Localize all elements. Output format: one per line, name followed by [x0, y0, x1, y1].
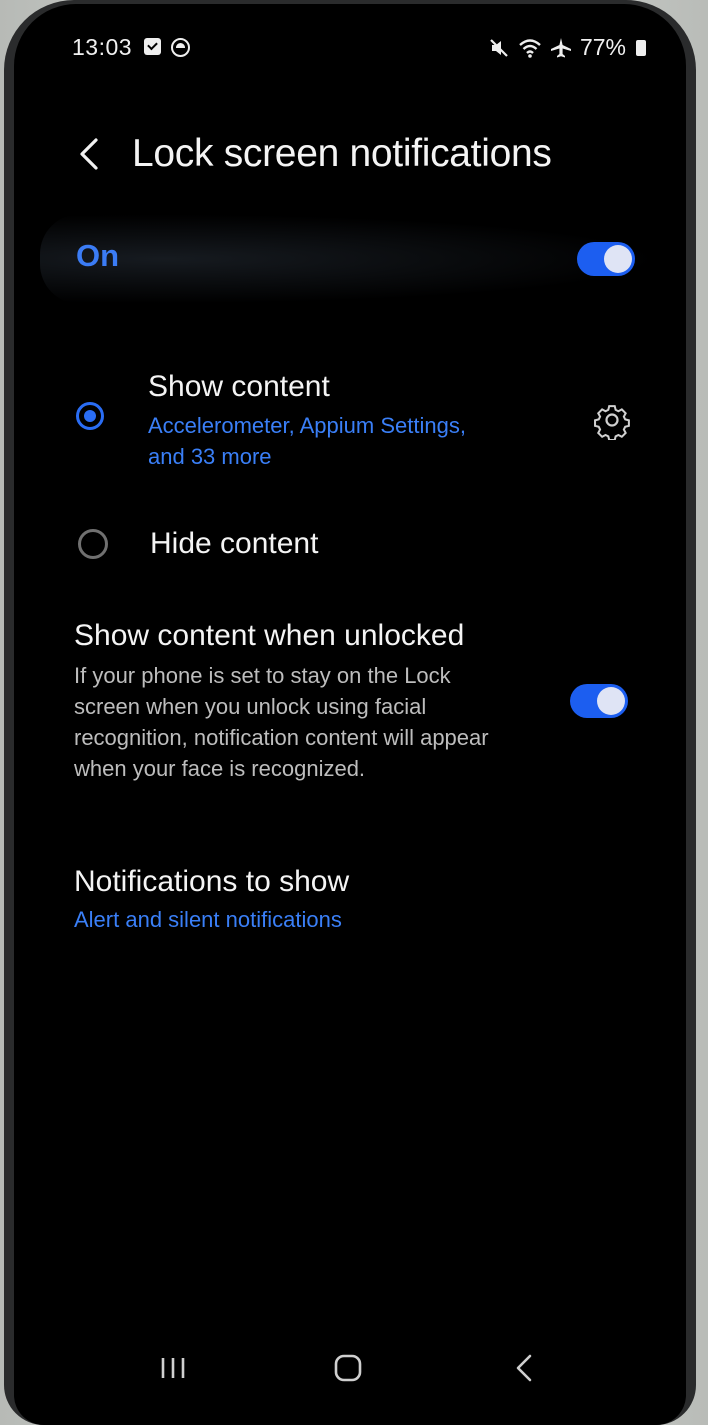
home-icon — [334, 1354, 362, 1382]
unlocked-desc-line4: when your face is recognized. — [74, 756, 366, 781]
show-content-apps-line2: and 33 more — [148, 444, 272, 469]
notifications-to-show-value: Alert and silent notifications — [74, 907, 342, 932]
face-icon — [171, 38, 190, 57]
show-content-radio[interactable] — [76, 402, 104, 430]
airplane-icon — [550, 37, 571, 57]
chevron-left-icon — [80, 138, 98, 170]
gear-icon — [594, 405, 630, 442]
battery-percent: 77% — [579, 34, 626, 60]
phone-frame: 13:03 77% Lock screen notifications On S… — [4, 0, 696, 1425]
status-left-icons — [144, 38, 190, 57]
unlocked-desc-line3: recognition, notification content will a… — [74, 725, 489, 750]
unlocked-title: Show content when unlocked — [74, 619, 465, 652]
back-button[interactable] — [70, 128, 110, 180]
hide-content-radio[interactable] — [78, 529, 108, 559]
show-content-title: Show content — [148, 370, 330, 403]
hide-content-title: Hide content — [150, 527, 319, 560]
recents-icon — [161, 1358, 185, 1378]
wifi-icon — [519, 38, 541, 58]
page-title: Lock screen notifications — [132, 132, 552, 175]
unlocked-desc-line2: screen when you unlock using facial — [74, 694, 427, 719]
show-content-apps-line1: Accelerometer, Appium Settings, — [148, 413, 466, 438]
mute-icon — [490, 38, 508, 57]
toggle-knob — [597, 687, 625, 715]
recents-button[interactable] — [146, 1340, 202, 1396]
master-switch-row[interactable]: On — [40, 214, 662, 304]
show-content-settings-button[interactable] — [592, 400, 632, 442]
home-button[interactable] — [320, 1340, 376, 1396]
unlocked-toggle[interactable] — [570, 684, 628, 718]
battery-icon — [636, 39, 646, 56]
back-icon — [516, 1354, 532, 1382]
status-right: 77% — [488, 34, 646, 61]
master-toggle[interactable] — [577, 242, 635, 276]
toggle-knob — [604, 245, 632, 273]
notifications-to-show-title: Notifications to show — [74, 865, 350, 898]
screen: 13:03 77% Lock screen notifications On S… — [14, 4, 686, 1425]
checkbox-icon — [144, 38, 161, 55]
nav-back-button[interactable] — [496, 1340, 552, 1396]
status-time: 13:03 — [72, 34, 133, 60]
unlocked-desc-line1: If your phone is set to stay on the Lock — [74, 663, 451, 688]
master-switch-label: On — [76, 238, 120, 273]
